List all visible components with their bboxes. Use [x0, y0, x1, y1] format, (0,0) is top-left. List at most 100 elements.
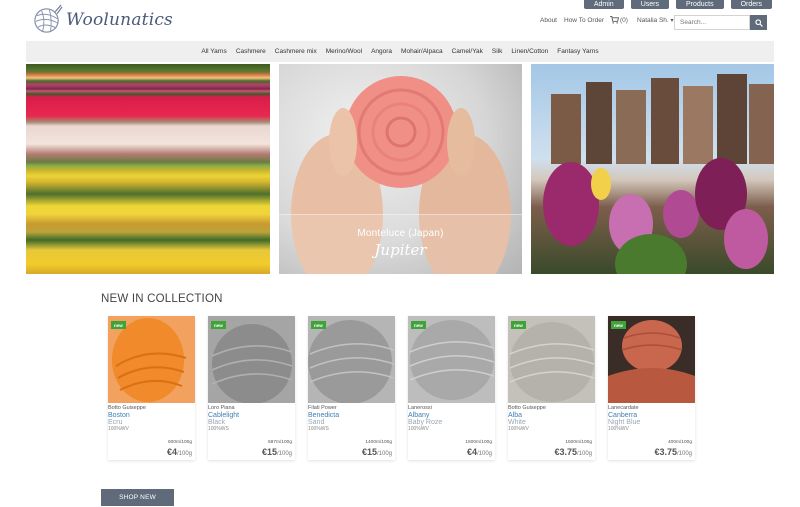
product-composition: 100%WS	[208, 426, 229, 432]
product-name[interactable]: Alba	[508, 412, 595, 419]
price-value: €3.75	[554, 447, 577, 457]
product-name[interactable]: Canberra	[608, 412, 695, 419]
orders-button[interactable]: Orders	[730, 0, 772, 9]
banner-caption-subtitle: Monteluce (Japan)	[357, 228, 444, 239]
price-value: €4	[466, 447, 477, 457]
product-card[interactable]: new Lanerossi Albany Baby Roze 100%WV 15…	[408, 316, 495, 460]
category-mohair-alpaca[interactable]: Mohair/Alpaca	[401, 48, 443, 55]
banner-amsterdam-tulips[interactable]	[531, 64, 774, 274]
user-menu[interactable]: Natalia Sh. ▾	[637, 17, 674, 24]
product-card[interactable]: new Botto Guiseppe Alba White 100%WV 150…	[508, 316, 595, 460]
cart-link[interactable]: (0)	[610, 16, 628, 24]
new-badge: new	[311, 321, 326, 329]
product-color: Sand	[308, 419, 325, 426]
product-composition: 100%WV	[508, 426, 529, 432]
yarn-ball-logo-icon	[34, 4, 63, 33]
product-name[interactable]: Boston	[108, 412, 195, 419]
product-price: €4/100g	[167, 447, 192, 457]
product-meterage: 400m/100g	[667, 440, 692, 445]
product-color: Black	[208, 419, 226, 426]
page: Admin Users Products Orders Woolunatics …	[0, 0, 800, 507]
product-name[interactable]: Albany	[408, 412, 495, 419]
search-input[interactable]	[674, 15, 750, 30]
new-badge: new	[111, 321, 126, 329]
product-card[interactable]: new Lanecardate Canberra Night Blue 100%…	[608, 316, 695, 460]
product-meterage: 1400m/100g	[365, 440, 392, 445]
product-card[interactable]: new Filati Power Benedicta Sand 100%WS 1…	[308, 316, 395, 460]
products-button[interactable]: Products	[675, 0, 724, 9]
product-meterage: 1500m/100g	[465, 440, 492, 445]
product-composition: 100%WV	[408, 426, 429, 432]
top-nav: About How To Order (0) Natalia Sh. ▾	[540, 16, 674, 24]
section-title: NEW IN COLLECTION	[101, 293, 223, 305]
product-meterage: 1500m/100g	[565, 440, 592, 445]
product-brand: Lanecardate	[608, 405, 639, 411]
product-composition: 100%WV	[608, 426, 629, 432]
admin-button[interactable]: Admin	[583, 0, 624, 9]
yarn-cone-image	[108, 316, 195, 403]
product-color: Baby Roze	[408, 419, 443, 426]
category-all-yarns[interactable]: All Yarns	[201, 48, 226, 55]
new-badge: new	[511, 321, 526, 329]
product-image: new	[308, 316, 395, 403]
product-brand: Botto Guiseppe	[508, 405, 546, 411]
product-meterage: 687m/100g	[267, 440, 292, 445]
category-cashmere-mix[interactable]: Cashmere mix	[275, 48, 317, 55]
product-price: €15/100g	[262, 447, 292, 457]
yarn-cone-image	[508, 316, 595, 403]
product-card[interactable]: new Botto Guiseppe Boston Ecru 100%WV 60…	[108, 316, 195, 460]
new-badge: new	[411, 321, 426, 329]
product-image: new	[508, 316, 595, 403]
category-angora[interactable]: Angora	[371, 48, 392, 55]
product-image: new	[608, 316, 695, 403]
search-button[interactable]	[750, 15, 767, 30]
logo[interactable]: Woolunatics	[32, 4, 173, 35]
new-badge: new	[611, 321, 626, 329]
category-merino-wool[interactable]: Merino/Wool	[326, 48, 362, 55]
product-price: €3.75/100g	[554, 447, 592, 457]
product-name[interactable]: Benedicta	[308, 412, 395, 419]
banner-caption: Monteluce (Japan) Jupiter	[279, 214, 522, 274]
product-price: €4/100g	[467, 447, 492, 457]
users-button[interactable]: Users	[630, 0, 669, 9]
price-value: €3.75	[654, 447, 677, 457]
about-link[interactable]: About	[540, 17, 557, 24]
category-bar: All Yarns Cashmere Cashmere mix Merino/W…	[26, 41, 774, 62]
product-composition: 100%WS	[308, 426, 329, 432]
new-badge: new	[211, 321, 226, 329]
yarn-cone-image	[308, 316, 395, 403]
cart-icon	[610, 16, 619, 24]
category-silk[interactable]: Silk	[492, 48, 502, 55]
logo-text: Woolunatics	[66, 9, 173, 30]
product-meterage: 600m/100g	[167, 440, 192, 445]
search-icon	[754, 18, 763, 27]
product-name[interactable]: Cablelight	[208, 412, 295, 419]
user-name: Natalia Sh.	[636, 16, 669, 24]
yarn-cone-image	[208, 316, 295, 403]
category-linen-cotton[interactable]: Linen/Cotton	[511, 48, 548, 55]
product-color: Ecru	[108, 419, 123, 426]
product-composition: 100%WV	[108, 426, 129, 432]
banner-tulip-fields[interactable]	[26, 64, 270, 274]
admin-bar: Admin Users Products Orders	[583, 0, 772, 9]
price-unit: /100g	[176, 451, 192, 457]
yarn-cone-image	[408, 316, 495, 403]
banner-featured-yarn[interactable]: Monteluce (Japan) Jupiter	[279, 64, 522, 274]
price-unit: /100g	[576, 451, 592, 457]
product-color: Night Blue	[608, 419, 641, 426]
price-unit: /100g	[476, 451, 492, 457]
category-fantasy-yarns[interactable]: Fantasy Yarns	[557, 48, 598, 55]
product-card[interactable]: new Loro Piana Cablelight Black 100%WS 6…	[208, 316, 295, 460]
price-value: €15	[261, 447, 277, 457]
shop-new-button[interactable]: SHOP NEW	[101, 489, 174, 506]
product-image: new	[208, 316, 295, 403]
category-cashmere[interactable]: Cashmere	[236, 48, 266, 55]
how-to-order-link[interactable]: How To Order	[564, 17, 604, 24]
price-value: €15	[361, 447, 377, 457]
canal-houses-tulips-image	[543, 74, 774, 274]
product-price: €15/100g	[362, 447, 392, 457]
price-unit: /100g	[276, 451, 292, 457]
category-camel-yak[interactable]: Camel/Yak	[452, 48, 483, 55]
product-brand: Botto Guiseppe	[108, 405, 146, 411]
product-list: new Botto Guiseppe Boston Ecru 100%WV 60…	[108, 316, 695, 460]
